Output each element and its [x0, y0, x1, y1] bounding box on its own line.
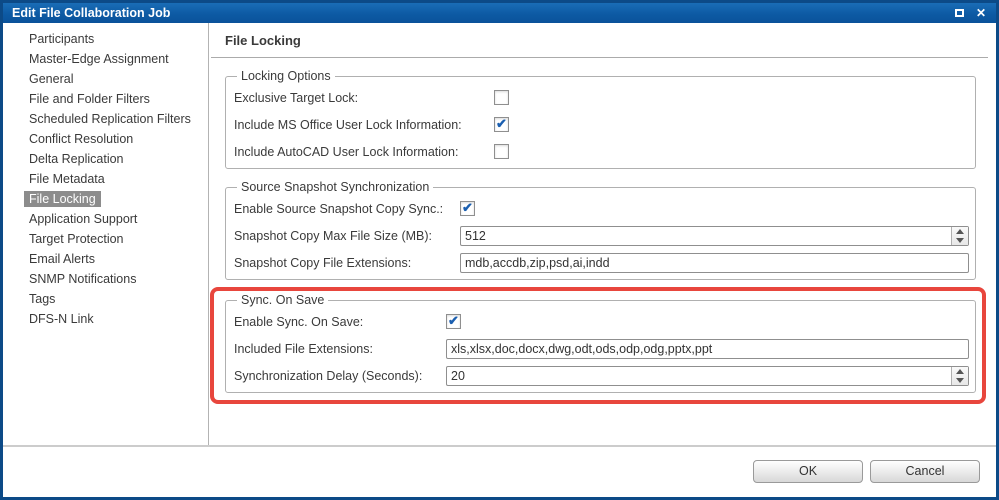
sidebar-item-file-metadata[interactable]: File Metadata — [24, 171, 110, 187]
spinner-field — [446, 365, 969, 386]
form-row: Exclusive Target Lock: — [234, 84, 969, 111]
form-row: Snapshot Copy Max File Size (MB): — [234, 222, 969, 249]
exclusive-target-lock-label: Exclusive Target Lock: — [234, 90, 359, 105]
dialog-window: Edit File Collaboration Job ✕ Participan… — [0, 0, 999, 500]
section-legend: Locking Options — [241, 69, 331, 83]
spinner-field — [460, 225, 969, 246]
snapshot-copy-file-extensions-input[interactable] — [460, 252, 969, 273]
enable-source-snapshot-copy-sync-checkbox[interactable]: ✔ — [460, 201, 475, 216]
highlight-annotation-box: Sync. On Save Enable Sync. On Save: ✔ Inclu… — [210, 287, 986, 404]
sidebar-item-dfs-n-link[interactable]: DFS-N Link — [24, 311, 99, 327]
sidebar-item-delta-replication[interactable]: Delta Replication — [24, 151, 129, 167]
include-autocad-user-lock-information-checkbox[interactable] — [494, 144, 509, 159]
section-legend: Sync. On Save — [241, 293, 325, 307]
sidebar-item-target-protection[interactable]: Target Protection — [24, 231, 129, 247]
snapshot-copy-max-file-size-mb-spinner[interactable] — [951, 226, 968, 245]
footer-buttons: OK Cancel — [3, 460, 980, 483]
cancel-button[interactable]: Cancel — [870, 460, 980, 483]
include-autocad-user-lock-information-label: Include AutoCAD User Lock Information: — [234, 144, 459, 159]
sidebar-item-email-alerts[interactable]: Email Alerts — [24, 251, 100, 267]
spinner-up-icon[interactable] — [952, 367, 968, 376]
checkmark-icon: ✔ — [496, 116, 507, 131]
footer-bar: OK Cancel — [3, 445, 996, 497]
form-row: Include AutoCAD User Lock Information: — [234, 138, 969, 165]
spinner-down-icon[interactable] — [952, 376, 968, 385]
title-bar: Edit File Collaboration Job ✕ — [3, 3, 996, 23]
form-row: Enable Sync. On Save: ✔ — [234, 308, 969, 335]
section-sync-on-save: Sync. On Save Enable Sync. On Save: ✔ Inclu… — [225, 293, 976, 393]
close-icon[interactable]: ✕ — [976, 7, 986, 19]
sidebar-item-snmp-notifications[interactable]: SNMP Notifications — [24, 271, 141, 287]
sidebar-item-master-edge-assignment[interactable]: Master-Edge Assignment — [24, 51, 174, 67]
snapshot-copy-max-file-size-mb-input[interactable] — [460, 225, 969, 246]
form-row: Included File Extensions: — [234, 335, 969, 362]
header-separator — [211, 57, 988, 58]
enable-sync-on-save-checkbox[interactable]: ✔ — [446, 314, 461, 329]
form-row: Synchronization Delay (Seconds): — [234, 362, 969, 389]
snapshot-copy-file-extensions-label: Snapshot Copy File Extensions: — [234, 255, 412, 270]
ok-button[interactable]: OK — [753, 460, 863, 483]
form-row: Enable Source Snapshot Copy Sync.: ✔ — [234, 195, 969, 222]
include-ms-office-user-lock-information-checkbox[interactable]: ✔ — [494, 117, 509, 132]
synchronization-delay-seconds-label: Synchronization Delay (Seconds): — [234, 368, 423, 383]
sections-host: Locking Options Exclusive Target Lock: Inc… — [209, 69, 996, 404]
sidebar-item-scheduled-replication-filters[interactable]: Scheduled Replication Filters — [24, 111, 196, 127]
main-panel: File Locking Locking Options Exclusive Ta… — [209, 23, 996, 445]
form-row: Snapshot Copy File Extensions: — [234, 249, 969, 276]
sidebar-nav: Participants Master-Edge Assignment Genera… — [3, 23, 208, 445]
window-title: Edit File Collaboration Job — [12, 6, 171, 20]
section-source-snapshot-synchronization: Source Snapshot Synchronization Enable So… — [225, 180, 976, 280]
enable-sync-on-save-label: Enable Sync. On Save: — [234, 314, 364, 329]
enable-source-snapshot-copy-sync-label: Enable Source Snapshot Copy Sync.: — [234, 201, 444, 216]
section-legend: Source Snapshot Synchronization — [241, 180, 430, 194]
synchronization-delay-seconds-spinner[interactable] — [951, 366, 968, 385]
sidebar-item-conflict-resolution[interactable]: Conflict Resolution — [24, 131, 138, 147]
page-title: File Locking — [225, 33, 301, 48]
window-controls: ✕ — [954, 3, 986, 23]
sidebar-item-file-and-folder-filters[interactable]: File and Folder Filters — [24, 91, 155, 107]
included-file-extensions-input[interactable] — [446, 338, 969, 359]
sidebar-item-participants[interactable]: Participants — [24, 31, 99, 47]
exclusive-target-lock-checkbox[interactable] — [494, 90, 509, 105]
included-file-extensions-label: Included File Extensions: — [234, 341, 373, 356]
sidebar-item-tags[interactable]: Tags — [24, 291, 60, 307]
spinner-down-icon[interactable] — [952, 236, 968, 245]
form-row: Include MS Office User Lock Information:… — [234, 111, 969, 138]
snapshot-copy-max-file-size-mb-label: Snapshot Copy Max File Size (MB): — [234, 228, 432, 243]
spinner-up-icon[interactable] — [952, 227, 968, 236]
include-ms-office-user-lock-information-label: Include MS Office User Lock Information: — [234, 117, 462, 132]
synchronization-delay-seconds-input[interactable] — [446, 365, 969, 386]
sidebar-item-file-locking[interactable]: File Locking — [24, 191, 101, 207]
sidebar-item-application-support[interactable]: Application Support — [24, 211, 142, 227]
checkmark-icon: ✔ — [448, 313, 459, 328]
section-locking-options: Locking Options Exclusive Target Lock: Inc… — [225, 69, 976, 169]
maximize-icon[interactable] — [954, 9, 964, 17]
checkmark-icon: ✔ — [462, 200, 473, 215]
sidebar-item-general[interactable]: General — [24, 71, 78, 87]
